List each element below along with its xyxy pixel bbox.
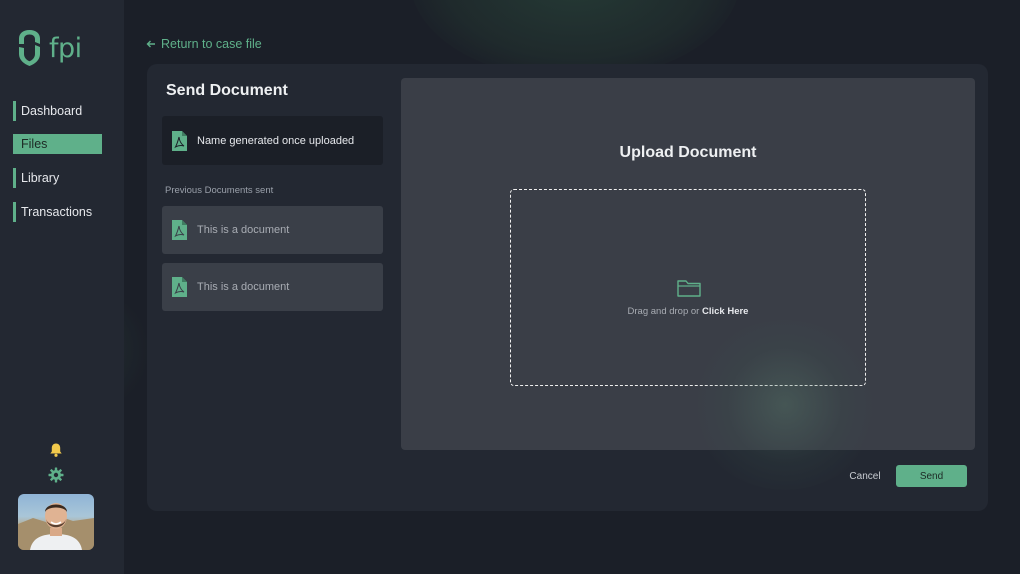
- send-document-card: Send Document Name generated once upload…: [147, 64, 988, 511]
- previous-document-name: This is a document: [197, 224, 290, 236]
- previous-document-item[interactable]: This is a document: [162, 263, 383, 311]
- sidebar-item-files[interactable]: Files: [13, 134, 102, 154]
- previous-documents-label: Previous Documents sent: [165, 185, 274, 196]
- arrow-left-icon: [146, 40, 155, 48]
- pdf-file-icon: [172, 220, 187, 240]
- return-to-case-file-link[interactable]: Return to case file: [146, 37, 262, 51]
- pdf-file-icon: [172, 277, 187, 297]
- folder-icon: [677, 280, 701, 297]
- click-here-link[interactable]: Click Here: [702, 306, 748, 317]
- avatar[interactable]: [18, 494, 94, 550]
- send-button[interactable]: Send: [896, 465, 967, 487]
- upload-panel: Upload Document Drag and drop or Click H…: [401, 78, 975, 450]
- back-link-label: Return to case file: [161, 37, 262, 51]
- previous-document-name: This is a document: [197, 281, 290, 293]
- page-title: Send Document: [166, 82, 288, 99]
- sidebar-nav: Dashboard Files Library Transactions: [13, 101, 105, 236]
- current-document-name: Name generated once uploaded: [197, 134, 355, 147]
- sidebar-item-library[interactable]: Library: [13, 168, 105, 188]
- previous-document-item[interactable]: This is a document: [162, 206, 383, 254]
- pdf-file-icon: [172, 130, 187, 151]
- gear-icon[interactable]: [48, 467, 64, 483]
- shield-logo-icon: [19, 30, 40, 66]
- current-document: Name generated once uploaded: [162, 116, 383, 165]
- logo[interactable]: fpi: [16, 28, 82, 68]
- cancel-button[interactable]: Cancel: [837, 467, 893, 485]
- drop-text: Drag and drop or: [627, 306, 702, 317]
- sidebar: fpi Dashboard Files Library Transactions: [0, 0, 124, 574]
- logo-text: fpi: [49, 32, 82, 64]
- dropzone-instructions: Drag and drop or Click Here: [511, 306, 865, 317]
- sidebar-item-dashboard[interactable]: Dashboard: [13, 101, 105, 121]
- upload-dropzone[interactable]: Drag and drop or Click Here: [510, 189, 866, 386]
- user-photo: [18, 503, 94, 550]
- sidebar-item-transactions[interactable]: Transactions: [13, 202, 105, 222]
- upload-title: Upload Document: [619, 144, 757, 161]
- bell-icon[interactable]: [48, 442, 64, 458]
